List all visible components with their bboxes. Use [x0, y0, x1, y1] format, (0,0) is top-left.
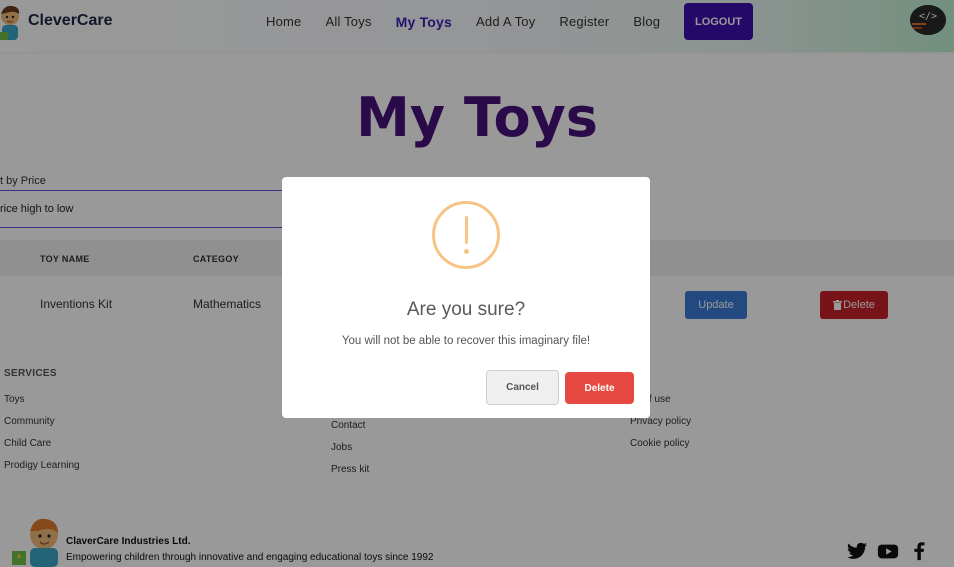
warning-icon-bar: [465, 216, 468, 244]
confirm-dialog: Are you sure? You will not be able to re…: [282, 177, 650, 418]
dialog-text: You will not be able to recover this ima…: [341, 335, 591, 347]
warning-icon-dot: [464, 249, 469, 254]
warning-icon: [432, 201, 500, 269]
confirm-delete-button[interactable]: Delete: [565, 372, 634, 404]
cancel-button[interactable]: Cancel: [486, 370, 559, 405]
dialog-title: Are you sure?: [406, 299, 526, 320]
